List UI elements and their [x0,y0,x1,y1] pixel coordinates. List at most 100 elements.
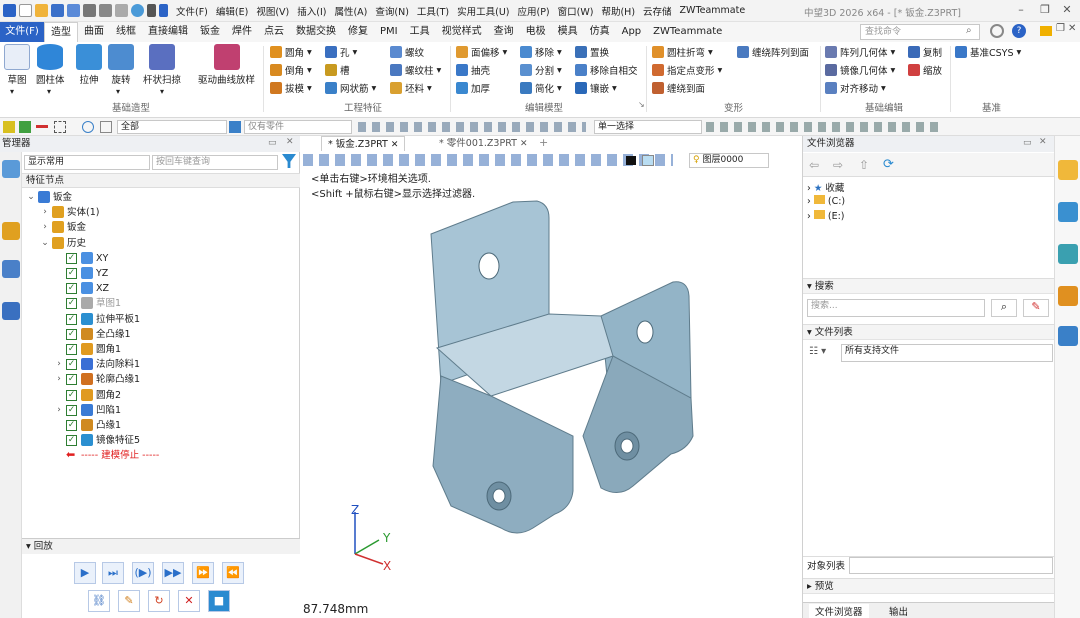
delete-icon[interactable]: ✕ [178,590,200,612]
visibility-checkbox[interactable]: ✓ [66,344,77,355]
visibility-checkbox[interactable]: ✓ [66,252,77,264]
tab-file[interactable]: 文件(F) [0,22,44,42]
tab-app[interactable]: App [616,22,648,42]
tree-row[interactable]: › ✓ 法向除料1 [22,357,300,372]
sweep-button[interactable]: 杆状扫掠 [143,44,181,86]
history-manager-icon[interactable] [2,160,20,178]
panel-close-icon[interactable]: ✕ [1039,137,1047,147]
tab-simulation[interactable]: 仿真 [584,22,616,42]
filter-select[interactable]: 全部 [117,120,227,134]
refresh-icon[interactable] [131,4,144,17]
datum-csys-button[interactable]: 基准CSYS ▾ [955,44,1021,60]
tab-pmi[interactable]: PMI [374,22,404,42]
tree-row[interactable]: ⌄ 钣金 [22,190,300,205]
wrap-pattern-button[interactable]: 缠绕阵列到面 [737,44,809,60]
visibility-checkbox[interactable]: ✓ [66,389,77,401]
tab-repair[interactable]: 修复 [342,22,374,42]
tree-row[interactable]: ⌄ 历史 [22,236,300,251]
tree-search-input[interactable]: 按回车键查询 [152,155,278,170]
copy-button[interactable]: 复制 [908,44,942,60]
select-icon[interactable] [3,121,15,133]
fast-forward-icon[interactable]: ⏩ [192,562,214,584]
forward-icon[interactable]: ⇨ [833,158,843,172]
invert-select-icon[interactable] [100,121,112,133]
tab-teammate[interactable]: ZWTeammate [647,22,728,42]
tree-row[interactable]: ✓ 凸缘1 [22,418,300,433]
tab-sheetmetal[interactable]: 钣金 [194,22,226,42]
resource-library-icon[interactable] [1058,202,1078,222]
visibility-checkbox[interactable]: ✓ [66,313,77,325]
tab-electrode[interactable]: 电极 [520,22,552,42]
tab-pointcloud[interactable]: 点云 [258,22,290,42]
undo-icon[interactable] [99,4,112,17]
folder-browser-icon[interactable] [1058,160,1078,180]
loft-button[interactable]: 驱动曲线放样 [198,44,255,86]
thread-stud-button[interactable]: 螺纹柱 ▾ [390,62,441,78]
rewind-icon[interactable]: ⏪ [222,562,244,584]
print-icon[interactable] [83,4,96,17]
graphics-viewport[interactable]: * 钣金.Z3PRT ✕ * 零件001.Z3PRT ✕ + ♀ 图层0000 … [301,136,802,618]
open-file-icon[interactable] [35,4,48,17]
blank-button[interactable]: 坯料 ▾ [390,80,432,96]
shell-button[interactable]: 抽壳 [456,62,490,78]
visibility-checkbox[interactable]: ✓ [66,283,77,295]
tree-row[interactable]: › 实体(1) [22,205,300,220]
tree-row[interactable]: ✓ 圆角1 [22,342,300,357]
chevron-right-icon[interactable]: › [54,403,64,418]
display-common-select[interactable]: 显示常用 [24,155,150,170]
save-as-icon[interactable] [67,4,80,17]
tab-output[interactable]: 输出 [883,604,914,618]
search-icon[interactable]: ⌕ [991,299,1017,317]
menu-file[interactable]: 文件(F) [172,4,212,18]
refresh-icon[interactable]: ⟳ [883,157,894,172]
tree-row[interactable]: ✓ YZ [22,266,300,281]
box-select-icon[interactable] [54,121,66,133]
menu-window[interactable]: 窗口(W) [554,4,598,18]
visibility-checkbox[interactable]: ✓ [66,374,77,386]
file-search-input[interactable]: 搜索... [807,299,985,317]
sheetmetal-model[interactable]: Z Y X [301,136,802,618]
pin-icon[interactable]: ▭ [1023,138,1032,148]
scale-button[interactable]: 缩放 [908,62,942,78]
restore-doc-icon[interactable]: ❐ [1056,23,1065,34]
menu-edit[interactable]: 编辑(E) [212,4,252,18]
visibility-checkbox[interactable]: ✓ [66,404,77,416]
visibility-checkbox[interactable]: ✓ [66,420,77,431]
user-manager-icon[interactable] [2,302,20,320]
visibility-checkbox[interactable]: ✓ [66,328,77,340]
visibility-checkbox[interactable]: ✓ [66,298,77,310]
search-section-header[interactable]: ▾ 搜索 [803,278,1055,294]
object-list-select[interactable] [849,557,1053,574]
pattern-geometry-button[interactable]: 阵列几何体 ▾ [825,44,895,60]
sweep-dropdown-icon[interactable]: ▾ [160,87,164,96]
cylinder-button[interactable]: 圆柱体 [36,44,65,86]
tab-direct-edit[interactable]: 直接编辑 [142,22,194,42]
step-end-icon[interactable]: ⏭ [102,562,124,584]
tab-wireframe[interactable]: 线框 [110,22,142,42]
tab-file-browser[interactable]: 文件浏览器 [809,604,869,618]
tree-row[interactable]: ✓ XY [22,251,300,266]
circle-select-icon[interactable] [82,121,94,133]
wrap-to-face-button[interactable]: 缠绕到面 [652,80,705,96]
tab-data-exchange[interactable]: 数据交换 [290,22,342,42]
menu-view[interactable]: 视图(V) [252,4,293,18]
tree-row[interactable]: ✓ 镜像特征5 [22,433,300,448]
sketch-dropdown-icon[interactable]: ▾ [10,87,14,96]
menu-tools[interactable]: 工具(T) [413,4,453,18]
layer-manager-icon[interactable] [1058,244,1078,264]
file-list-section-header[interactable]: ▾ 文件列表 [803,324,1055,340]
settings-icon[interactable] [990,24,1004,38]
menu-help[interactable]: 帮助(H) [597,4,639,18]
menu-query[interactable]: 查询(N) [371,4,413,18]
back-icon[interactable]: ⇦ [809,158,819,172]
hole-button[interactable]: 孔 ▾ [325,44,357,60]
mirror-geometry-button[interactable]: 镜像几何体 ▾ [825,62,895,78]
visibility-checkbox[interactable]: ✓ [66,268,77,279]
remove-button[interactable]: 移除 ▾ [520,44,562,60]
tree-row[interactable]: ✓ 拉伸平板1 [22,312,300,327]
rib-network-button[interactable]: 网状筋 ▾ [325,80,376,96]
visibility-checkbox[interactable]: ✓ [66,435,77,447]
search-icon[interactable]: ⌕ [966,25,972,36]
snap-tools-strip[interactable] [358,122,586,132]
chevron-right-icon[interactable]: › [54,357,64,372]
